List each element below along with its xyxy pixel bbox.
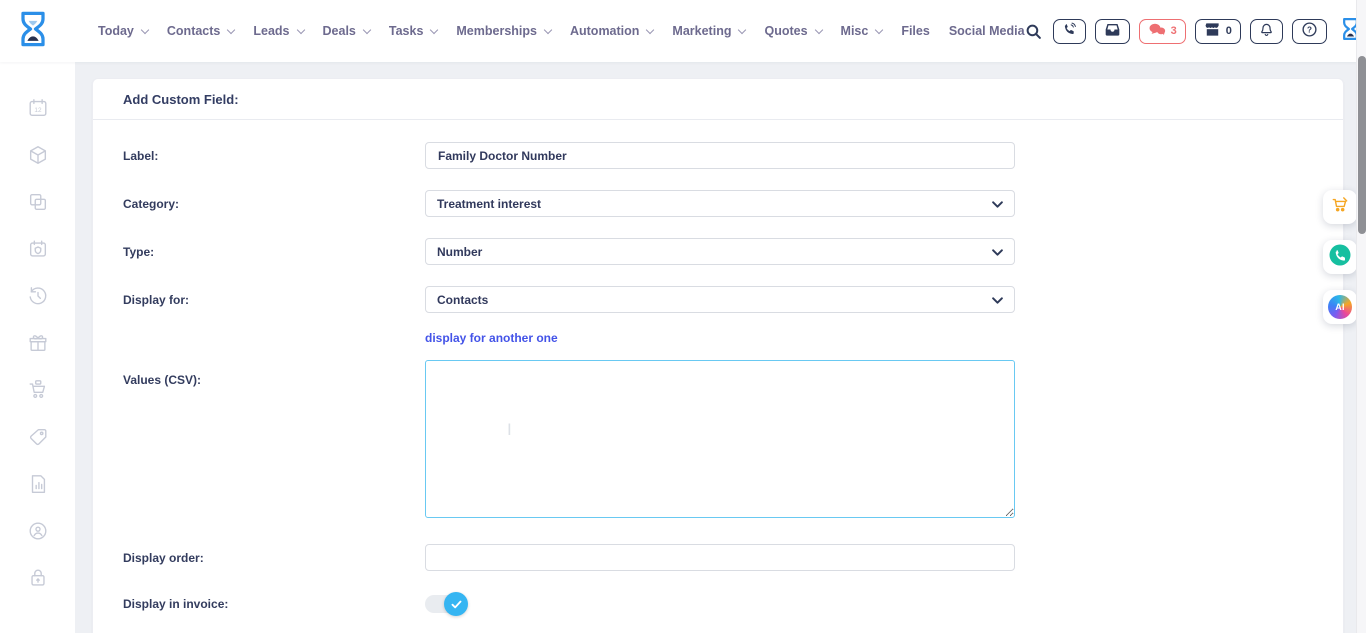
type-select[interactable]: Number <box>425 238 1015 265</box>
chevron-down-icon <box>296 25 304 33</box>
chevron-down-icon <box>875 25 883 33</box>
nav-misc[interactable]: Misc <box>841 24 883 38</box>
ai-gradient-icon: AI <box>1328 295 1352 319</box>
category-select[interactable]: Treatment interest <box>425 190 1015 217</box>
store-button[interactable]: 0 <box>1195 19 1241 44</box>
display-for-select[interactable]: Contacts <box>425 286 1015 313</box>
display-in-invoice-toggle[interactable] <box>425 595 465 613</box>
calendar-icon[interactable]: 12 <box>27 97 49 119</box>
chevron-down-icon <box>646 25 654 33</box>
display-in-invoice-field-label: Display in invoice: <box>123 597 425 611</box>
label-field-label: Label: <box>123 149 425 163</box>
help-button[interactable]: ? <box>1292 19 1327 44</box>
display-in-invoice-row: Display in invoice: <box>123 595 1313 613</box>
phone-teal-icon <box>1328 243 1352 272</box>
nav-social-media[interactable]: Social Media <box>949 24 1025 38</box>
floating-action-buttons: AI <box>1323 190 1357 324</box>
nav-automation[interactable]: Automation <box>570 24 653 38</box>
label-input[interactable] <box>425 142 1015 169</box>
ai-assistant-button[interactable]: AI <box>1323 290 1357 324</box>
cube-icon[interactable] <box>27 144 49 166</box>
chevron-down-icon <box>141 25 149 33</box>
quick-cart-button[interactable] <box>1323 190 1357 224</box>
phone-button[interactable] <box>1053 19 1086 44</box>
chevron-down-icon <box>738 25 746 33</box>
chat-button[interactable]: 3 <box>1139 19 1186 44</box>
cart-orange-icon <box>1330 195 1350 220</box>
category-field-label: Category: <box>123 197 425 211</box>
nav-today[interactable]: Today <box>98 24 148 38</box>
inbox-button[interactable] <box>1095 19 1130 44</box>
store-icon <box>1204 22 1221 40</box>
display-for-field-label: Display for: <box>123 293 425 307</box>
left-sidebar: 12 <box>0 62 75 633</box>
chat-bubbles-icon <box>1148 22 1166 40</box>
scrollbar-thumb[interactable] <box>1358 56 1366 234</box>
values-csv-row: Values (CSV): I <box>123 360 1313 523</box>
notifications-button[interactable] <box>1250 19 1283 44</box>
main-content: Add Custom Field: Label: Category: Treat… <box>75 62 1366 633</box>
chevron-down-icon <box>227 25 235 33</box>
chevron-down-icon <box>814 25 822 33</box>
custom-field-form: Label: Category: Treatment interest Type… <box>93 120 1343 633</box>
gift-icon[interactable] <box>27 332 49 354</box>
nav-memberships[interactable]: Memberships <box>456 24 551 38</box>
type-row: Type: Number <box>123 238 1313 265</box>
svg-text:?: ? <box>1307 25 1312 34</box>
label-row: Label: <box>123 142 1313 169</box>
chevron-down-icon <box>430 25 438 33</box>
top-header: Today Contacts Leads Deals Tasks Members… <box>0 0 1366 62</box>
cart-count-badge: 0 <box>1226 26 1232 37</box>
chevron-down-icon <box>992 293 1003 307</box>
nav-leads[interactable]: Leads <box>253 24 303 38</box>
main-navigation: Today Contacts Leads Deals Tasks Members… <box>98 24 1025 38</box>
user-circle-icon[interactable] <box>27 520 49 542</box>
chat-count-badge: 3 <box>1171 26 1177 37</box>
type-field-label: Type: <box>123 245 425 259</box>
chevron-down-icon <box>544 25 552 33</box>
hourglass-logo-icon <box>18 10 48 53</box>
report-document-icon[interactable] <box>27 473 49 495</box>
inbox-icon <box>1104 22 1121 40</box>
chevron-down-icon <box>363 25 371 33</box>
values-csv-textarea[interactable] <box>425 360 1015 518</box>
vertical-scrollbar[interactable] <box>1356 0 1366 633</box>
lock-icon[interactable] <box>27 567 49 589</box>
search-icon[interactable] <box>1025 23 1042 40</box>
calendar-badge-icon[interactable] <box>27 238 49 260</box>
page-title: Add Custom Field: <box>123 92 1313 107</box>
history-clock-icon[interactable] <box>27 285 49 307</box>
copy-squares-icon[interactable] <box>27 191 49 213</box>
svg-text:12: 12 <box>34 107 42 114</box>
chevron-down-icon <box>992 197 1003 211</box>
display-order-input[interactable] <box>425 544 1015 571</box>
card-header: Add Custom Field: <box>93 79 1343 120</box>
nav-tasks[interactable]: Tasks <box>389 24 438 38</box>
phone-call-icon <box>1062 22 1077 40</box>
add-custom-field-card: Add Custom Field: Label: Category: Treat… <box>92 78 1344 633</box>
call-button[interactable] <box>1323 240 1357 274</box>
display-order-row: Display order: <box>123 544 1313 571</box>
display-for-row: Display for: Contacts <box>123 286 1313 313</box>
bell-icon <box>1259 22 1274 41</box>
app-logo[interactable] <box>18 10 48 52</box>
values-csv-field-label: Values (CSV): <box>123 360 425 387</box>
toggle-knob-check-icon <box>444 592 468 616</box>
display-order-field-label: Display order: <box>123 551 425 565</box>
category-row: Category: Treatment interest <box>123 190 1313 217</box>
chevron-down-icon <box>992 245 1003 259</box>
display-for-another-link[interactable]: display for another one <box>425 331 558 345</box>
help-icon: ? <box>1301 21 1318 41</box>
shopping-cart-icon[interactable] <box>27 379 49 401</box>
nav-quotes[interactable]: Quotes <box>764 24 821 38</box>
nav-deals[interactable]: Deals <box>323 24 370 38</box>
nav-files[interactable]: Files <box>901 24 930 38</box>
display-for-link-row: display for another one <box>123 331 1313 345</box>
tags-icon[interactable] <box>27 426 49 448</box>
nav-marketing[interactable]: Marketing <box>672 24 745 38</box>
header-actions: 3 0 ? <box>1025 16 1366 46</box>
nav-contacts[interactable]: Contacts <box>167 24 234 38</box>
